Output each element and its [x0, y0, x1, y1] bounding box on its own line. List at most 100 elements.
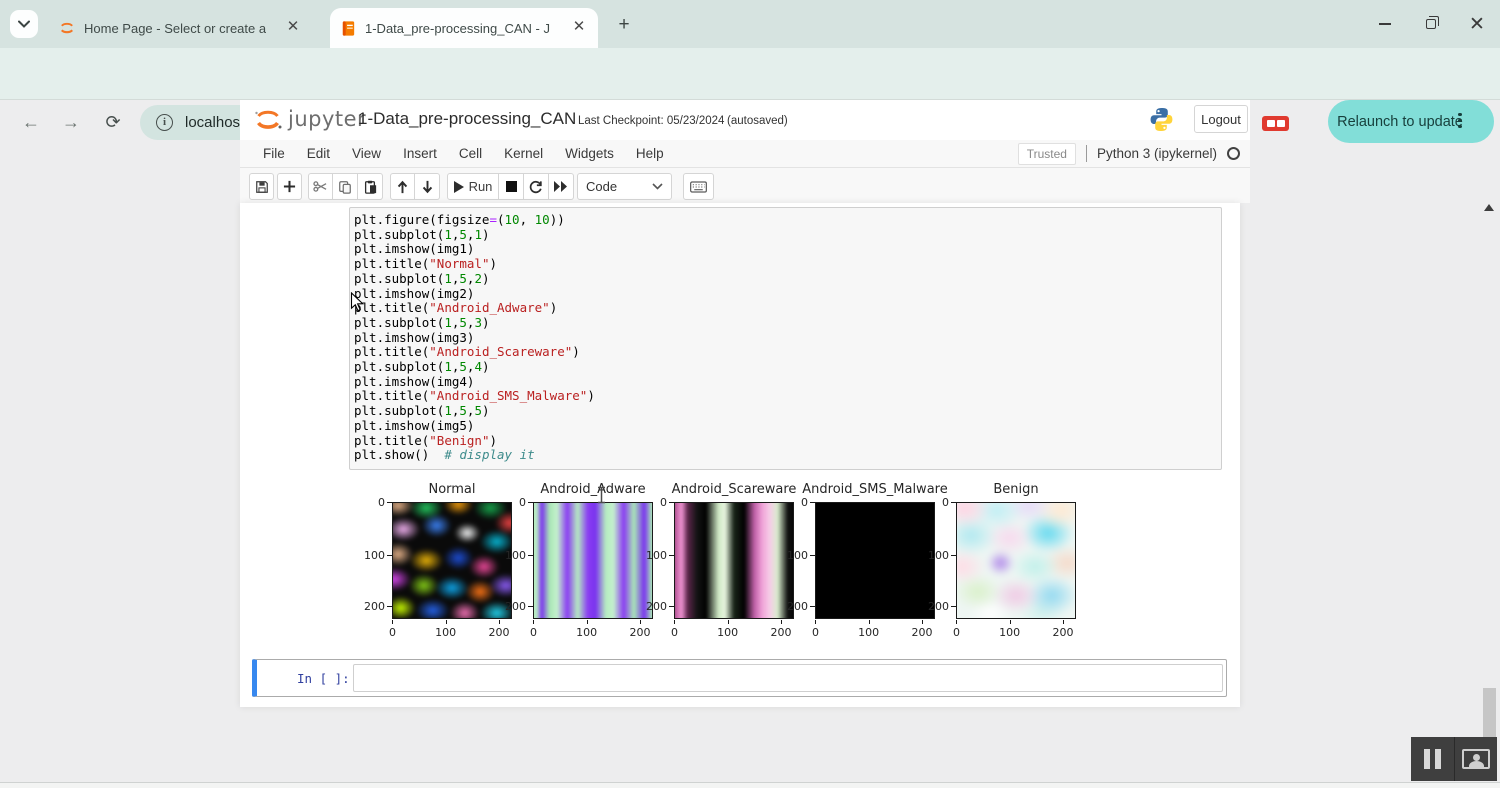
- x-tick-label: 100: [715, 626, 741, 639]
- minimize-icon: [1379, 23, 1391, 25]
- browser-menu-dots-icon[interactable]: [1458, 110, 1462, 131]
- code-line[interactable]: plt.title("Normal"): [354, 257, 1217, 272]
- maximize-button[interactable]: [1408, 4, 1454, 44]
- interrupt-kernel-button[interactable]: [499, 173, 524, 200]
- relaunch-to-update-button[interactable]: Relaunch to update: [1328, 100, 1494, 143]
- code-line[interactable]: plt.subplot(1,5,4): [354, 360, 1217, 375]
- jupyter-header: jupyter 1-Data_pre-processing_CAN Last C…: [240, 100, 1250, 140]
- menu-edit[interactable]: Edit: [296, 140, 341, 167]
- jupyter-wordmark[interactable]: jupyter: [288, 107, 366, 131]
- x-tick-mark: [781, 620, 782, 624]
- notebook-title[interactable]: 1-Data_pre-processing_CAN: [358, 109, 576, 129]
- cut-cell-button[interactable]: [308, 173, 333, 200]
- menu-insert[interactable]: Insert: [392, 140, 448, 167]
- chevron-down-icon: [18, 20, 30, 28]
- save-button[interactable]: [249, 173, 274, 200]
- insert-cell-button[interactable]: [277, 173, 302, 200]
- x-tick-mark: [869, 620, 870, 624]
- code-line[interactable]: plt.imshow(img5): [354, 419, 1217, 434]
- y-tick-label: 200: [504, 600, 526, 613]
- close-button[interactable]: ✕: [1454, 4, 1500, 44]
- move-cell-up-button[interactable]: [390, 173, 415, 200]
- browser-tab-notebook[interactable]: 1-Data_pre-processing_CAN - J ✕: [330, 8, 598, 48]
- menu-widgets[interactable]: Widgets: [554, 140, 625, 167]
- scissors-icon: [313, 180, 328, 193]
- reload-button[interactable]: ⟳: [100, 109, 126, 135]
- new-tab-button[interactable]: +: [612, 13, 636, 37]
- code-cell-input[interactable]: plt.figure(figsize=(10, 10))plt.subplot(…: [349, 207, 1222, 470]
- y-tick-mark: [528, 606, 533, 607]
- camera-preview-button[interactable]: [1454, 737, 1498, 781]
- y-tick-label: 100: [504, 549, 526, 562]
- x-tick-mark: [640, 620, 641, 624]
- code-line[interactable]: plt.title("Android_Adware"): [354, 301, 1217, 316]
- forward-button[interactable]: →: [58, 109, 84, 135]
- x-tick-label: 100: [997, 626, 1023, 639]
- restart-kernel-button[interactable]: [524, 173, 549, 200]
- y-tick-mark: [387, 555, 392, 556]
- code-line[interactable]: plt.imshow(img4): [354, 375, 1217, 390]
- paste-cell-button[interactable]: [358, 173, 383, 200]
- command-palette-button[interactable]: [683, 173, 714, 200]
- y-tick-mark: [528, 555, 533, 556]
- fast-forward-icon: [554, 181, 568, 192]
- menu-file[interactable]: File: [252, 140, 296, 167]
- browser-tab-home[interactable]: Home Page - Select or create a ✕: [48, 8, 312, 48]
- code-line[interactable]: plt.subplot(1,5,3): [354, 316, 1217, 331]
- code-line[interactable]: plt.figure(figsize=(10, 10)): [354, 213, 1217, 228]
- keyboard-icon: [690, 181, 707, 193]
- run-cell-button[interactable]: Run: [447, 173, 499, 200]
- pause-icon: [1424, 749, 1441, 769]
- code-line[interactable]: plt.subplot(1,5,2): [354, 272, 1217, 287]
- code-line[interactable]: plt.imshow(img2): [354, 287, 1217, 302]
- logout-button[interactable]: Logout: [1194, 105, 1248, 133]
- site-info-icon[interactable]: i: [156, 114, 173, 131]
- scrollbar-up-arrow[interactable]: [1484, 204, 1494, 211]
- code-line[interactable]: plt.title("Android_SMS_Malware"): [354, 389, 1217, 404]
- code-line[interactable]: plt.subplot(1,5,1): [354, 228, 1217, 243]
- recording-pause-button[interactable]: [1411, 737, 1454, 781]
- menu-cell[interactable]: Cell: [448, 140, 493, 167]
- code-editor[interactable]: plt.figure(figsize=(10, 10))plt.subplot(…: [354, 213, 1217, 463]
- screen-recording-overlay: [1411, 737, 1497, 781]
- selected-empty-cell[interactable]: In [ ]:: [252, 659, 1227, 697]
- code-line[interactable]: plt.subplot(1,5,5): [354, 404, 1217, 419]
- output-figure: Normal01002000100200Android_Adware010020…: [240, 481, 1240, 653]
- code-line[interactable]: plt.title("Android_Scareware"): [354, 345, 1217, 360]
- move-cell-down-button[interactable]: [415, 173, 440, 200]
- arrow-up-icon: [396, 180, 409, 194]
- menu-view[interactable]: View: [341, 140, 392, 167]
- x-tick-label: 0: [943, 626, 969, 639]
- x-tick-label: 100: [433, 626, 459, 639]
- tab-close-icon[interactable]: ✕: [570, 19, 588, 37]
- y-tick-label: 0: [504, 496, 526, 509]
- y-tick-label: 100: [786, 549, 808, 562]
- extension-badge-icon[interactable]: [1262, 116, 1289, 131]
- code-line[interactable]: plt.imshow(img1): [354, 242, 1217, 257]
- browser-tab-strip: Home Page - Select or create a ✕ 1-Data_…: [0, 0, 1500, 48]
- notebook-toolbar: Run Code: [240, 168, 1250, 203]
- minimize-button[interactable]: [1362, 4, 1408, 44]
- plus-icon: [283, 180, 296, 193]
- empty-cell-input[interactable]: [353, 664, 1223, 692]
- y-tick-label: 0: [786, 496, 808, 509]
- chevron-down-icon: [652, 183, 663, 190]
- menu-help[interactable]: Help: [625, 140, 675, 167]
- copy-cell-button[interactable]: [333, 173, 358, 200]
- jupyter-logo-icon[interactable]: [252, 106, 284, 134]
- kernel-name: Python 3 (ipykernel): [1097, 146, 1217, 161]
- trusted-badge[interactable]: Trusted: [1018, 143, 1076, 165]
- cell-type-dropdown[interactable]: Code: [577, 173, 672, 200]
- back-button[interactable]: ←: [18, 109, 44, 135]
- menu-kernel[interactable]: Kernel: [493, 140, 554, 167]
- scrollbar-thumb[interactable]: [1483, 688, 1496, 742]
- code-line[interactable]: plt.imshow(img3): [354, 331, 1217, 346]
- tab-search-button[interactable]: [10, 10, 38, 38]
- stop-icon: [506, 181, 517, 192]
- code-line[interactable]: plt.show() # display it: [354, 448, 1217, 463]
- x-tick-label: 100: [574, 626, 600, 639]
- code-line[interactable]: plt.title("Benign"): [354, 434, 1217, 449]
- x-tick-label: 0: [661, 626, 687, 639]
- tab-close-icon[interactable]: ✕: [284, 19, 302, 37]
- restart-run-all-button[interactable]: [549, 173, 574, 200]
